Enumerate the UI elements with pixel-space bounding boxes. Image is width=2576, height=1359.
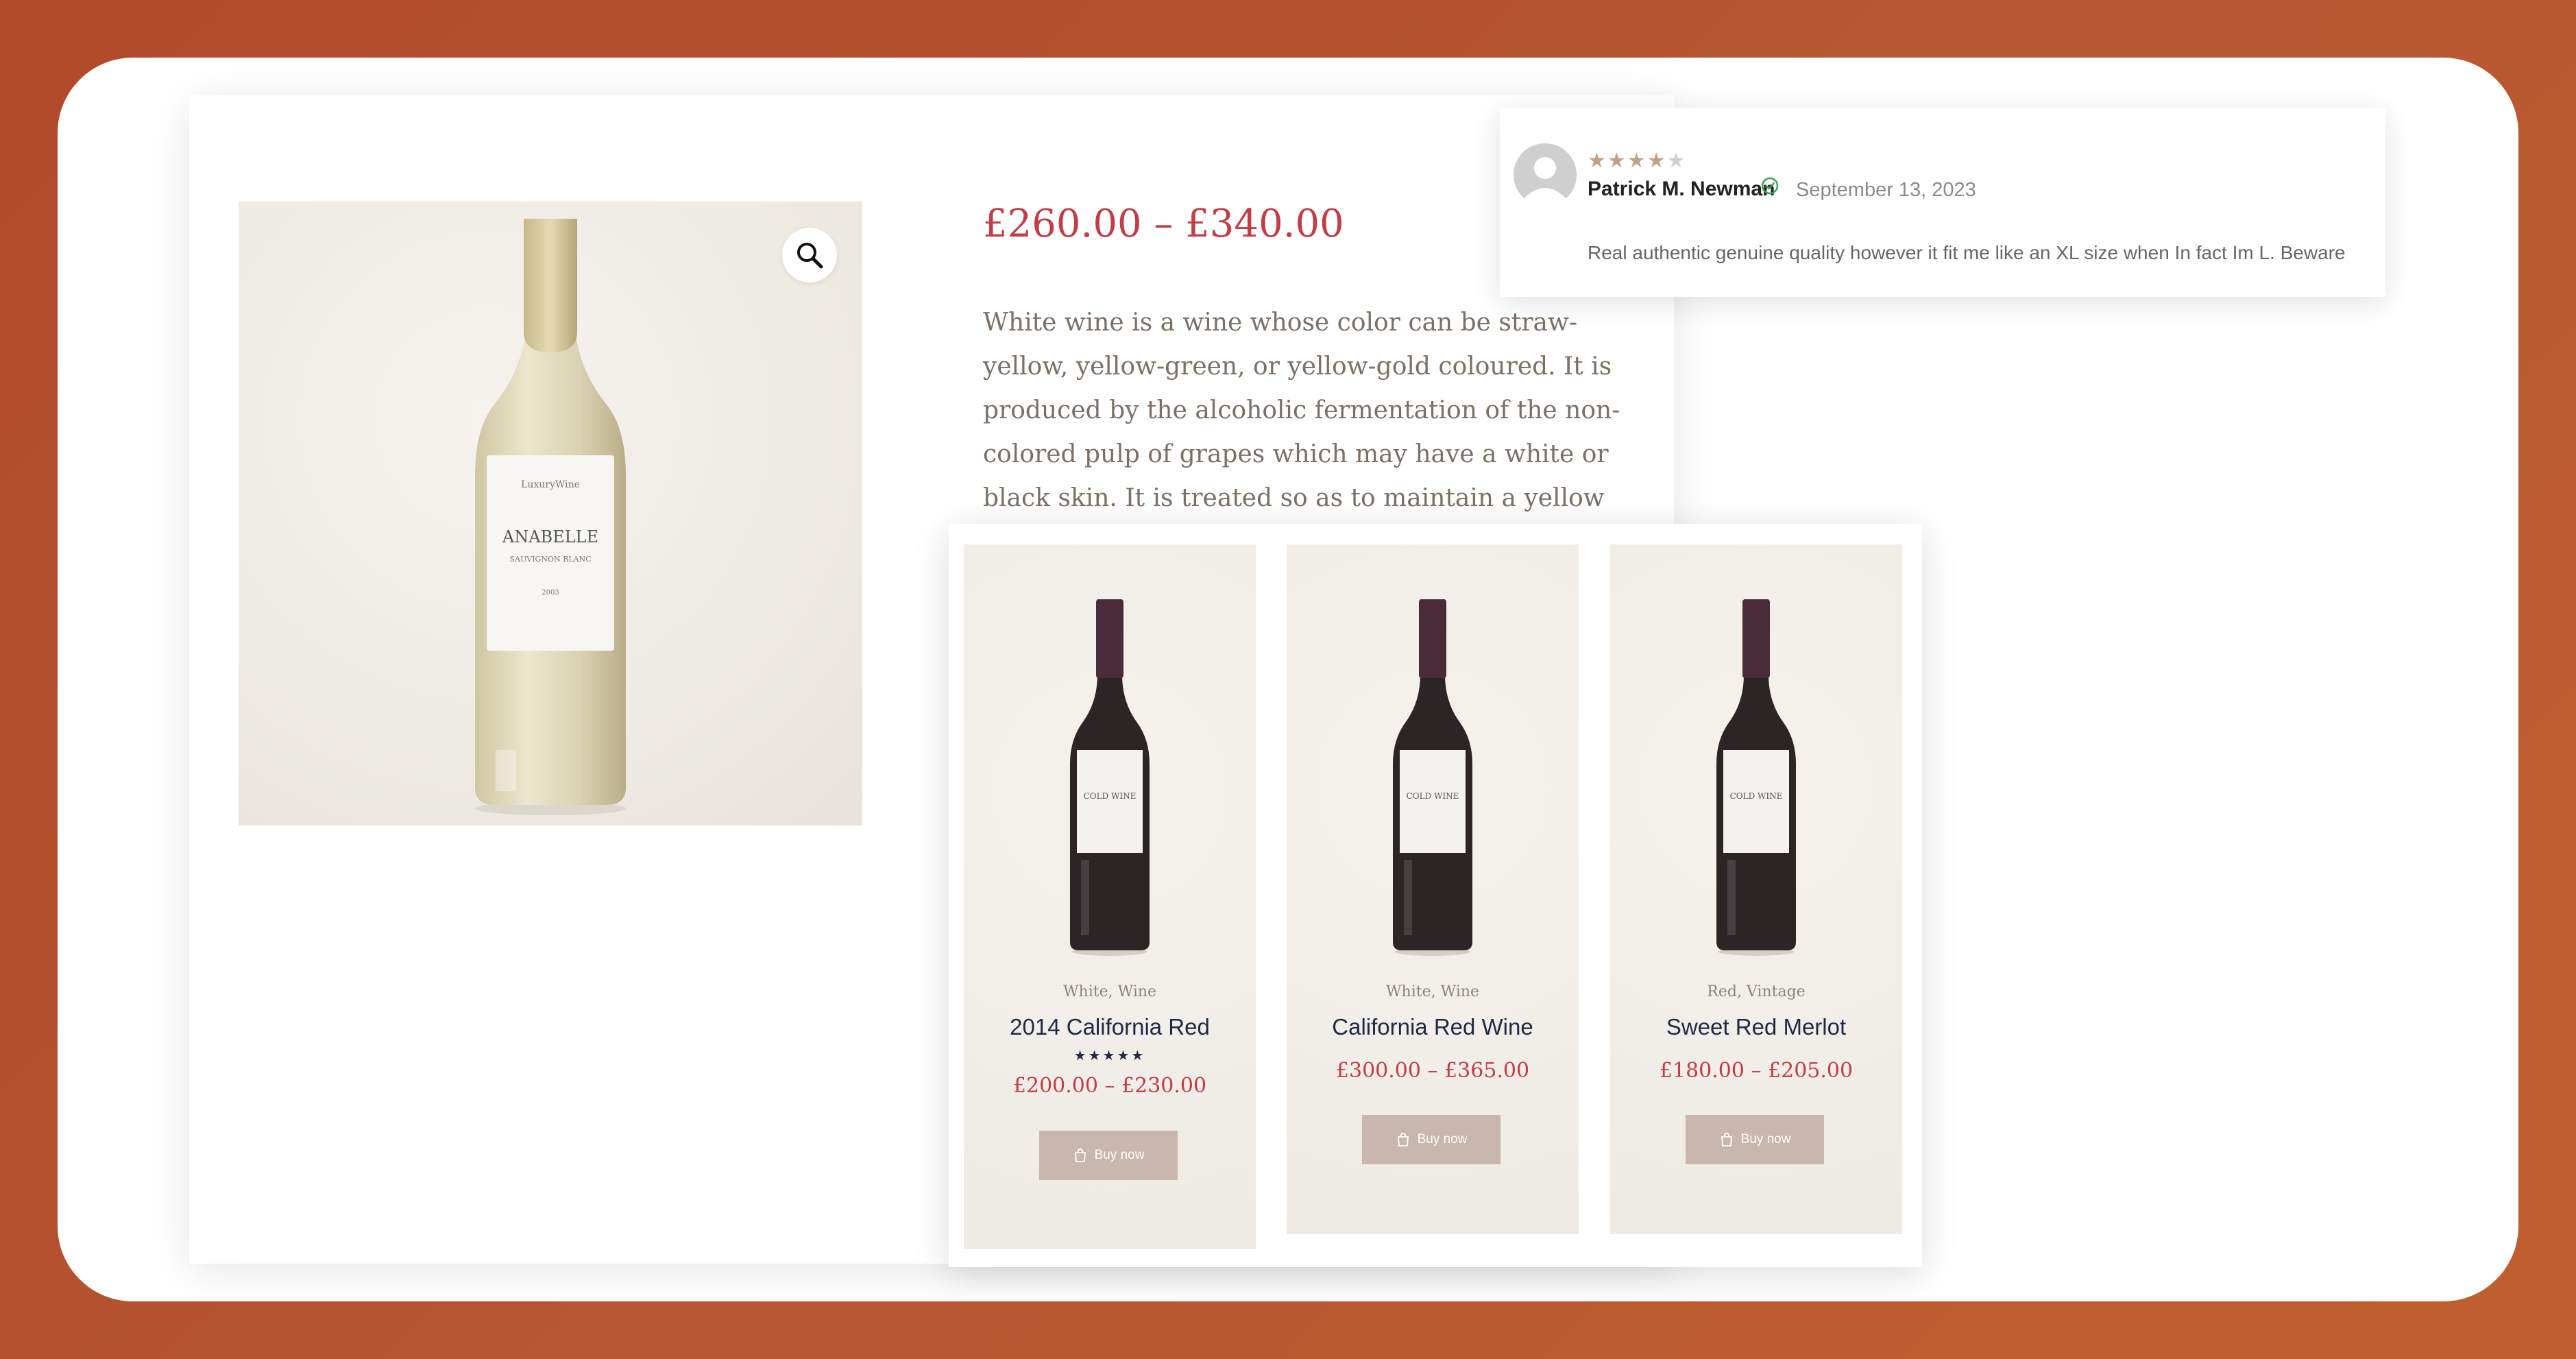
- buy-now-label: Buy now: [1417, 1132, 1468, 1146]
- product-categories: White, Wine: [1062, 983, 1157, 1000]
- shopping-bag-icon: [1074, 1148, 1086, 1162]
- product-categories: White, Wine: [1385, 983, 1480, 1000]
- bottle-label-brand: LuxuryWine: [521, 479, 580, 490]
- star-icon: ★: [1607, 149, 1627, 172]
- red-wine-bottle-image: [1070, 599, 1150, 956]
- zoom-button[interactable]: [782, 228, 837, 282]
- bottle-label-year: 2003: [542, 589, 559, 597]
- product-rating: ★★★★★: [1073, 1048, 1146, 1063]
- related-products-panel: COLD WINE White, Wine 2014 California Re…: [949, 524, 1922, 1267]
- bottle-label-text: COLD WINE: [1406, 791, 1459, 801]
- star-icon: ★: [1588, 149, 1607, 172]
- buy-now-button[interactable]: Buy now: [1686, 1115, 1824, 1164]
- product-categories: Red, Vintage: [1707, 983, 1806, 1000]
- red-wine-bottle-image: [1393, 599, 1472, 956]
- red-wine-bottle-image: [1716, 599, 1796, 956]
- showcase-canvas: LuxuryWine ANABELLE SAUVIGNON BLANC 2003…: [58, 58, 2518, 1301]
- product-price: £300.00 – £365.00: [1335, 1059, 1530, 1083]
- bottle-label-name: ANABELLE: [502, 527, 599, 546]
- product-name[interactable]: Sweet Red Merlot: [1610, 1014, 1902, 1040]
- magnifier-icon: [797, 243, 823, 269]
- product-name[interactable]: 2014 California Red: [964, 1014, 1256, 1040]
- bottle-label-text: COLD WINE: [1083, 791, 1137, 801]
- product-card[interactable]: COLD WINE Red, Vintage Sweet Red Merlot …: [1610, 544, 1902, 1234]
- shopping-bag-icon: [1397, 1133, 1409, 1146]
- product-card[interactable]: COLD WINE White, Wine California Red Win…: [1287, 544, 1579, 1234]
- review-date: September 13, 2023: [1796, 179, 1976, 201]
- product-price-range: £260.00 – £340.00: [983, 202, 1344, 246]
- shopping-bag-icon: [1721, 1133, 1732, 1146]
- buy-now-button[interactable]: Buy now: [1039, 1131, 1178, 1180]
- check-circle-icon: [1760, 176, 1779, 199]
- star-icon: ★: [1647, 149, 1667, 172]
- review-text: Real authentic genuine quality however i…: [1588, 242, 2346, 263]
- review-card: ★★★★★ Patrick M. Newman September 13, 20…: [1500, 108, 2385, 297]
- product-name[interactable]: California Red Wine: [1287, 1014, 1579, 1040]
- white-wine-bottle-image: [475, 219, 626, 815]
- buy-now-label: Buy now: [1740, 1132, 1791, 1146]
- star-empty-icon: ★: [1666, 149, 1687, 172]
- review-rating-stars: ★★★★★: [1588, 149, 1687, 173]
- buy-now-button[interactable]: Buy now: [1362, 1115, 1500, 1164]
- bottle-label-subtitle: SAUVIGNON BLANC: [509, 555, 592, 564]
- product-price: £180.00 – £205.00: [1659, 1059, 1854, 1083]
- product-price: £200.00 – £230.00: [1012, 1074, 1207, 1098]
- user-avatar-icon: [1514, 143, 1577, 206]
- avatar: [1514, 143, 1577, 206]
- product-card[interactable]: COLD WINE White, Wine 2014 California Re…: [964, 544, 1256, 1249]
- reviewer-name: Patrick M. Newman: [1588, 178, 1775, 200]
- buy-now-label: Buy now: [1094, 1148, 1145, 1162]
- bottle-label-text: COLD WINE: [1729, 791, 1783, 801]
- star-icon: ★: [1627, 149, 1647, 172]
- product-image[interactable]: LuxuryWine ANABELLE SAUVIGNON BLANC 2003: [239, 202, 862, 826]
